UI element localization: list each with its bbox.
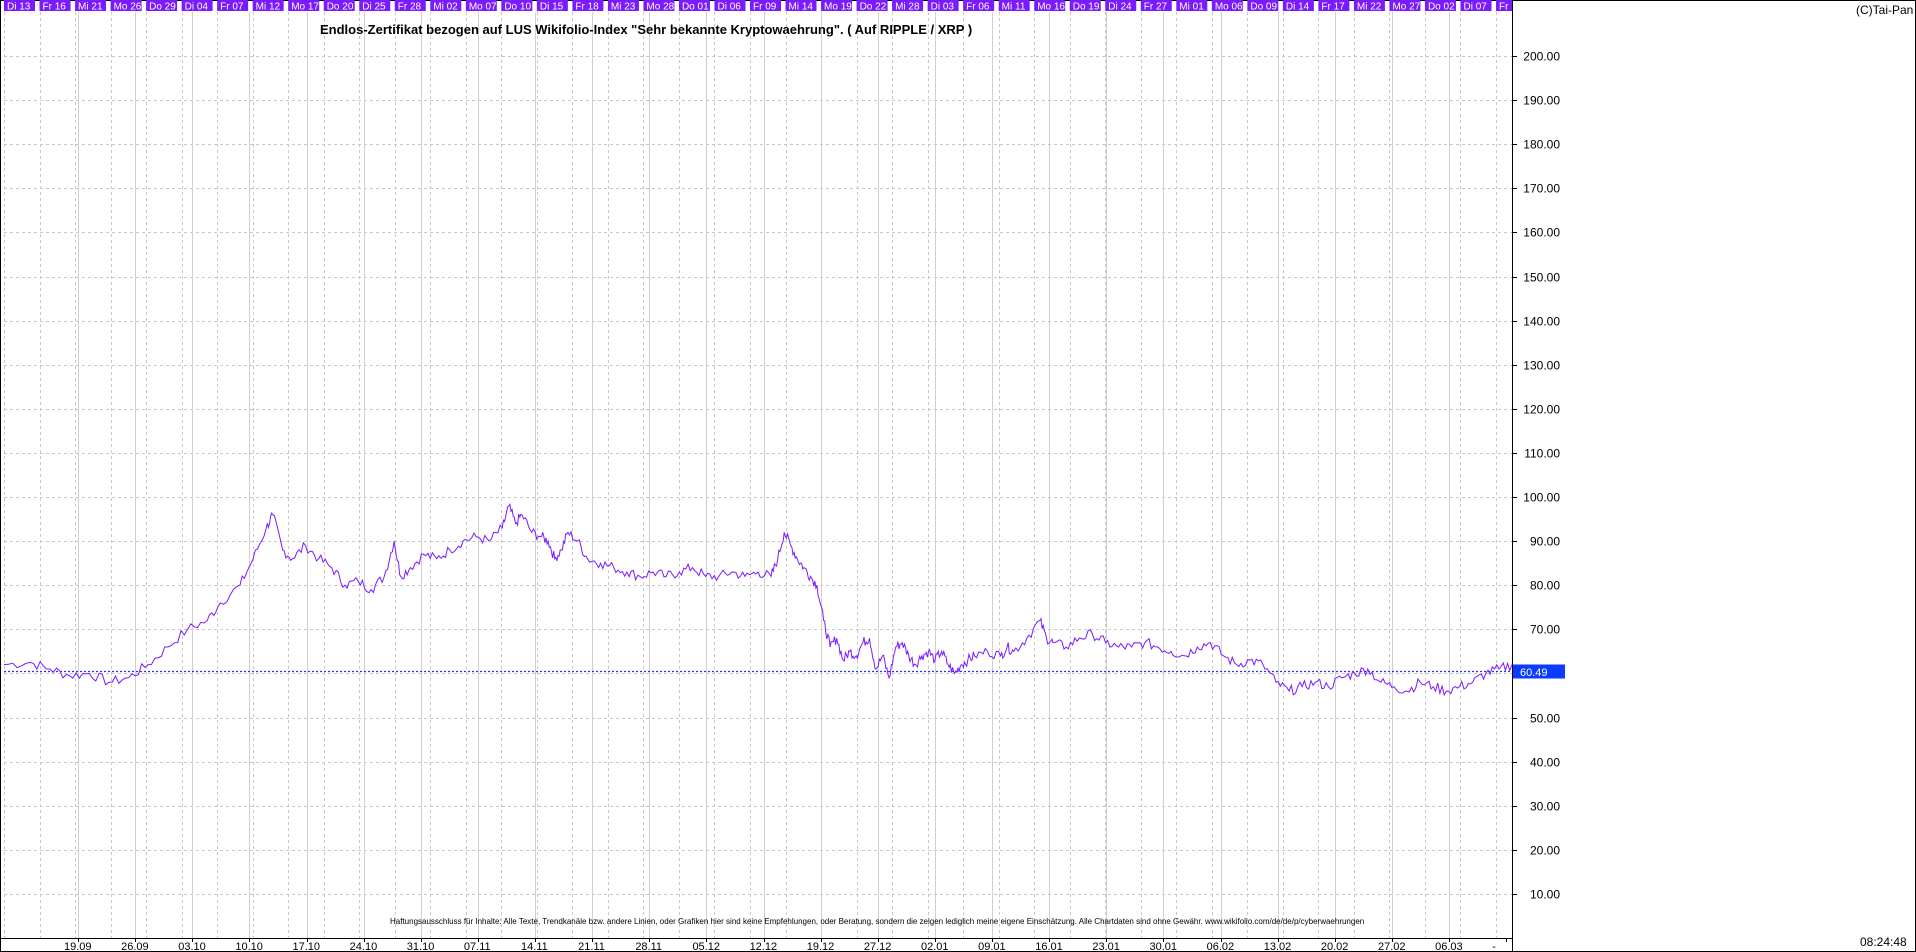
top-date-tab-label: Di 24 xyxy=(1108,2,1132,13)
y-tick-label: 170.00 xyxy=(1523,182,1560,196)
x-tick-label: 10.10 xyxy=(235,941,263,952)
top-date-tab-label: Fr 27 xyxy=(1144,2,1168,13)
chart-title: Endlos-Zertifikat bezogen auf LUS Wikifo… xyxy=(320,22,972,37)
top-date-tab-label: Do 22 xyxy=(860,2,887,13)
top-date-tab-label: Mo 07 xyxy=(469,2,497,13)
top-date-tab-label: Do 09 xyxy=(1250,2,1277,13)
top-date-tabs: Di 13 Fr 16 Mi 21 Mo 26 Do 29 Di 04 Fr 07 Mi 12… xyxy=(4,0,1512,13)
x-tick-label: 30.01 xyxy=(1149,941,1177,952)
top-date-tab-label: Do 02 xyxy=(1428,2,1455,13)
top-date-tab-label: Fr 18 xyxy=(575,2,599,13)
top-date-tab-label: Do 01 xyxy=(682,2,709,13)
x-tick-label: 28.11 xyxy=(635,941,662,952)
top-date-tab-label: Fr 07 xyxy=(220,2,244,13)
x-tick-label: 13.02 xyxy=(1264,941,1292,952)
x-tick-label: 26.09 xyxy=(121,941,149,952)
top-date-tab-label: Di 13 xyxy=(7,2,31,13)
top-date-tab-label: Fr 06 xyxy=(966,2,990,13)
top-date-tab-label: Fr 28 xyxy=(398,2,422,13)
y-tick-label: 70.00 xyxy=(1530,623,1560,637)
top-date-tab-label: Do 19 xyxy=(1073,2,1100,13)
top-date-tab-label: Mo 16 xyxy=(1037,2,1065,13)
x-tick-label: 19.12 xyxy=(807,941,835,952)
price-badge: 60.49 xyxy=(1513,664,1565,679)
y-tick-label: 10.00 xyxy=(1530,888,1560,902)
x-tick-label: 21.11 xyxy=(578,941,605,952)
top-date-tab-label: Di 07 xyxy=(1463,2,1487,13)
y-tick-label: 30.00 xyxy=(1530,800,1560,814)
x-tick-label: 02.01 xyxy=(921,941,949,952)
top-date-tab-label: Do 10 xyxy=(504,2,531,13)
chart-canvas: Di 13 Fr 16 Mi 21 Mo 26 Do 29 Di 04 Fr 07 Mi 12… xyxy=(0,0,1916,952)
top-date-tab-label: Mi 12 xyxy=(256,2,281,13)
x-tick-label: 03.10 xyxy=(178,941,206,952)
x-tick-label: 06.02 xyxy=(1207,941,1235,952)
top-date-tab-label: Fr 17 xyxy=(1321,2,1345,13)
x-tick-label: 24.10 xyxy=(350,941,378,952)
x-tick-label: 12.12 xyxy=(750,941,778,952)
top-date-tab-label: Mo 06 xyxy=(1215,2,1243,13)
top-date-tab-label: Mi 28 xyxy=(895,2,920,13)
x-tick-label: 19.09 xyxy=(64,941,92,952)
top-date-tab-label: Mo 26 xyxy=(114,2,142,13)
y-tick-label: 130.00 xyxy=(1523,359,1560,373)
top-date-tab-label: Di 14 xyxy=(1286,2,1310,13)
y-tick-label: 50.00 xyxy=(1530,712,1560,726)
x-tick-label: 14.11 xyxy=(521,941,548,952)
y-tick-label: 20.00 xyxy=(1530,844,1560,858)
x-tick-label: 09.01 xyxy=(978,941,1006,952)
chart-background xyxy=(0,0,1916,952)
top-date-tab-label: Do 20 xyxy=(327,2,354,13)
y-tick-label: 140.00 xyxy=(1523,315,1560,329)
top-date-tab-label: Di 04 xyxy=(185,2,209,13)
clock-label: 08:24:48 xyxy=(1860,935,1907,949)
y-tick-label: 120.00 xyxy=(1523,403,1560,417)
top-date-tab-label: Mi 11 xyxy=(1002,2,1026,13)
top-date-tab-label: Di 03 xyxy=(931,2,955,13)
x-tick-label: 23.01 xyxy=(1092,941,1120,952)
x-tick-label: 16.01 xyxy=(1035,941,1063,952)
top-date-tab-label: Mo 27 xyxy=(1392,2,1420,13)
top-date-tab-label: Fr xyxy=(1499,2,1509,13)
y-tick-label: 90.00 xyxy=(1530,535,1560,549)
top-date-tab-label: Mi 01 xyxy=(1179,2,1204,13)
x-tick-label: 06.03 xyxy=(1435,941,1463,952)
x-tick-label: - xyxy=(1492,941,1496,952)
x-tick-label: 27.12 xyxy=(864,941,892,952)
top-date-tab-label: Mi 22 xyxy=(1357,2,1382,13)
top-date-tab-label: Mo 28 xyxy=(646,2,674,13)
x-tick-label: 20.02 xyxy=(1321,941,1349,952)
top-date-tab-label: Fr 09 xyxy=(753,2,777,13)
top-date-tab-label: Di 15 xyxy=(540,2,564,13)
top-date-tab-label: Di 25 xyxy=(362,2,386,13)
y-tick-label: 190.00 xyxy=(1523,94,1560,108)
top-date-tab-label: Mi 02 xyxy=(433,2,458,13)
top-date-tab-label: Mi 21 xyxy=(78,2,103,13)
top-date-tab-label: Mo 19 xyxy=(824,2,852,13)
y-tick-label: 80.00 xyxy=(1530,579,1560,593)
top-date-tab-label: Mi 23 xyxy=(611,2,636,13)
y-tick-label: 100.00 xyxy=(1523,491,1560,505)
y-tick-label: 180.00 xyxy=(1523,138,1560,152)
y-tick-label: 110.00 xyxy=(1524,447,1560,461)
top-date-tab-label: Di 06 xyxy=(717,2,741,13)
x-tick-label: 07.11 xyxy=(464,941,491,952)
top-date-tab-label: Do 29 xyxy=(149,2,176,13)
x-tick-label: 27.02 xyxy=(1378,941,1406,952)
top-date-tab-label: Fr 16 xyxy=(43,2,67,13)
top-date-tab-label: Mo 17 xyxy=(291,2,319,13)
y-tick-label: 160.00 xyxy=(1523,226,1560,240)
y-tick-label: 200.00 xyxy=(1523,50,1560,64)
price-badge-value: 60.49 xyxy=(1520,667,1548,679)
y-tick-label: 150.00 xyxy=(1523,271,1560,285)
y-tick-label: 40.00 xyxy=(1530,756,1560,770)
x-tick-label: 31.10 xyxy=(407,941,435,952)
top-date-tab-label: Mi 14 xyxy=(789,2,814,13)
x-tick-label: 17.10 xyxy=(293,941,321,952)
disclaimer-text: Haftungsausschluss für Inhalte: Alle Tex… xyxy=(390,917,1364,926)
x-tick-label: 05.12 xyxy=(692,941,720,952)
copyright-label: (C)Tai-Pan xyxy=(1856,3,1913,17)
